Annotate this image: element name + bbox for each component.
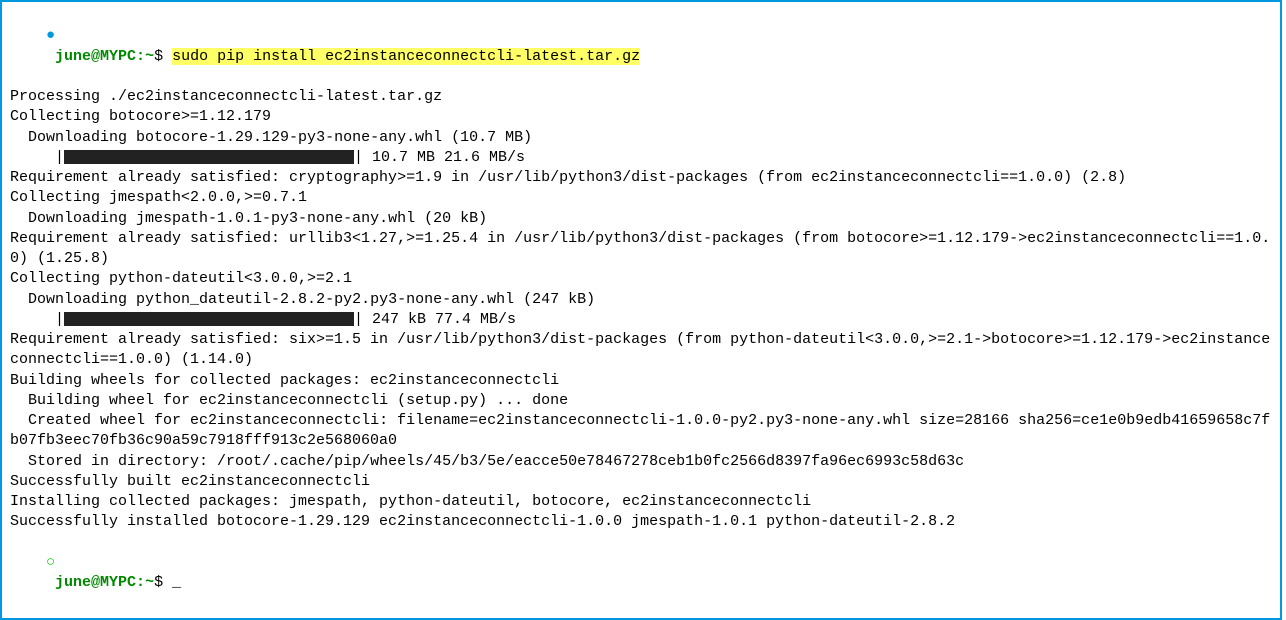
prompt-dollar: $ [154,574,172,591]
output-line: Stored in directory: /root/.cache/pip/wh… [10,452,1272,472]
output-line: Successfully built ec2instanceconnectcli [10,472,1272,492]
prompt-user-host: june@MYPC [55,574,136,591]
output-line: | | 247 kB 77.4 MB/s [10,310,1272,330]
output-line: Collecting python-dateutil<3.0.0,>=2.1 [10,269,1272,289]
output-line: Downloading python_dateutil-2.8.2-py2.py… [10,290,1272,310]
output-line: Collecting botocore>=1.12.179 [10,107,1272,127]
output-line: Successfully installed botocore-1.29.129… [10,512,1272,532]
progress-bar [64,150,354,164]
prompt-colon: : [136,574,145,591]
prompt-colon: : [136,48,145,65]
output-line: Installing collected packages: jmespath,… [10,492,1272,512]
output-line: | | 10.7 MB 21.6 MB/s [10,148,1272,168]
progress-prefix: | [10,311,64,328]
command-input: sudo pip install ec2instanceconnectcli-l… [172,48,640,65]
cursor: _ [172,573,181,593]
output-line: Collecting jmespath<2.0.0,>=0.7.1 [10,188,1272,208]
output-line: Building wheel for ec2instanceconnectcli… [10,391,1272,411]
circle-icon: ○ [46,554,55,571]
output-line: Created wheel for ec2instanceconnectcli:… [10,411,1272,452]
progress-suffix: | 247 kB 77.4 MB/s [354,311,516,328]
output-line: Requirement already satisfied: cryptogra… [10,168,1272,188]
prompt-dollar: $ [154,48,172,65]
terminal-window[interactable]: ● june@MYPC:~$ sudo pip install ec2insta… [0,0,1282,620]
prompt-line-1: ● june@MYPC:~$ sudo pip install ec2insta… [10,6,1272,87]
prompt-path: ~ [145,574,154,591]
output-line: Downloading botocore-1.29.129-py3-none-a… [10,128,1272,148]
progress-suffix: | 10.7 MB 21.6 MB/s [354,149,525,166]
output-line: Downloading jmespath-1.0.1-py3-none-any.… [10,209,1272,229]
prompt-path: ~ [145,48,154,65]
progress-bar [64,312,354,326]
bullet-icon: ● [46,27,55,44]
progress-prefix: | [10,149,64,166]
output-line: Processing ./ec2instanceconnectcli-lates… [10,87,1272,107]
output-line: Building wheels for collected packages: … [10,371,1272,391]
prompt-user-host: june@MYPC [55,48,136,65]
output-line: Requirement already satisfied: urllib3<1… [10,229,1272,270]
output-line: Requirement already satisfied: six>=1.5 … [10,330,1272,371]
prompt-line-2: ○ june@MYPC:~$ _ [10,533,1272,614]
